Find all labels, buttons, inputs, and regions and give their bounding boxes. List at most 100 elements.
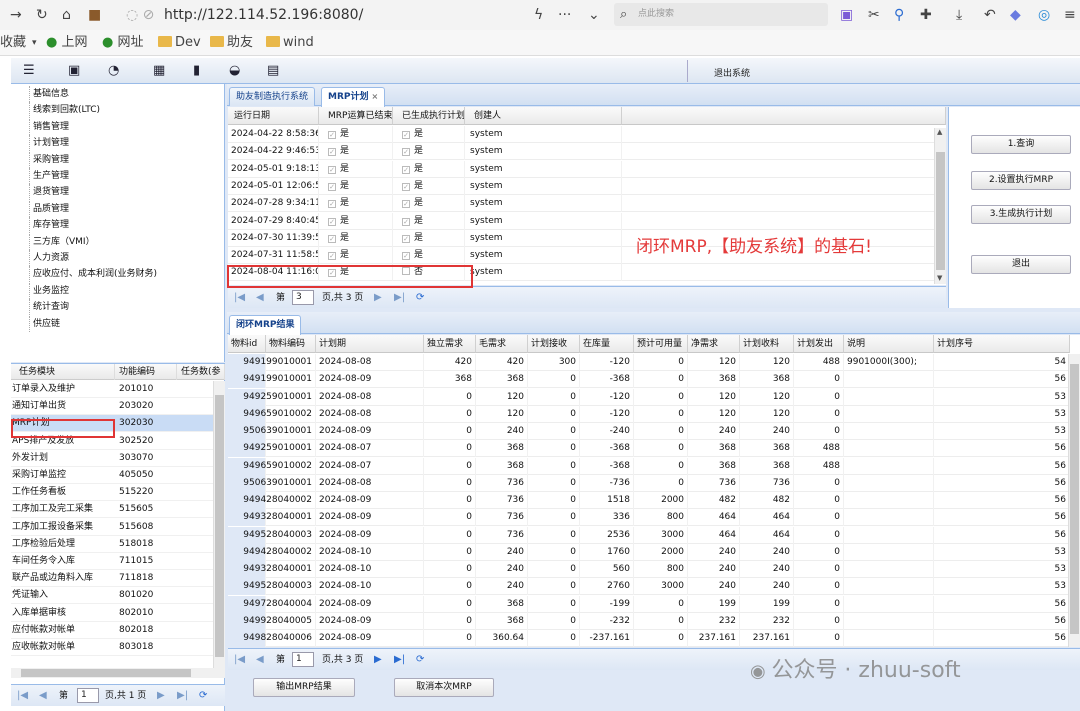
table-row[interactable]: 应付帐款对帐单 802018 bbox=[11, 622, 216, 639]
table-row[interactable]: 949259010001 2024-08-07 0 368 0 -368 0 368 368 48… bbox=[228, 440, 1070, 458]
table-row[interactable]: 2024-04-22 9:46:53 ✓ 是 ✓ 是 system bbox=[228, 143, 946, 161]
find-icon[interactable]: ⚲ bbox=[894, 6, 904, 24]
table-row[interactable]: 949428040002 2024-08-10 0 240 0 1760 2000 240 24… bbox=[228, 543, 1070, 561]
checkbox[interactable]: ✓ bbox=[328, 252, 336, 261]
table-row[interactable]: 949528040003 2024-08-09 0 736 0 2536 3000 464 46… bbox=[228, 526, 1070, 544]
checkbox[interactable]: ✓ bbox=[328, 234, 336, 243]
checkbox[interactable]: ✓ bbox=[328, 131, 336, 139]
menu-item[interactable]: 统计查询 bbox=[29, 299, 221, 316]
checkbox[interactable]: ✓ bbox=[328, 217, 336, 226]
menu-item[interactable]: 基础信息 bbox=[29, 86, 221, 102]
inbox-icon[interactable]: ◒ bbox=[229, 63, 240, 79]
extension-icon[interactable]: ■ bbox=[88, 6, 101, 24]
calendar-icon[interactable]: ▦ bbox=[153, 63, 165, 79]
bookmark-folder[interactable]: Dev bbox=[158, 34, 201, 52]
last-page-icon[interactable]: ▶| bbox=[177, 689, 188, 703]
download-icon[interactable]: ⤓ bbox=[956, 6, 962, 24]
table-row[interactable]: 950639010001 2024-08-09 0 240 0 -240 0 240 240 0 5… bbox=[228, 423, 1070, 440]
page-number-input[interactable]: 3 bbox=[292, 290, 314, 305]
bookmark-item[interactable]: ● 网址 bbox=[102, 34, 144, 52]
bookmarks-label[interactable]: 收藏 bbox=[0, 34, 26, 52]
bookmark-item[interactable]: ● 上网 bbox=[46, 34, 88, 52]
table-row[interactable]: 工作任务看板 515220 bbox=[11, 484, 216, 502]
mrp-scrollbar[interactable]: ▲ ▼ bbox=[934, 128, 946, 284]
menu-item[interactable]: 线索到回款(LTC) bbox=[29, 102, 221, 119]
result-scrollbar[interactable] bbox=[1068, 354, 1080, 647]
table-row[interactable]: 2024-05-01 9:18:13 ✓ 是 ✓ 是 system bbox=[228, 160, 946, 178]
checkbox[interactable]: ✓ bbox=[402, 234, 410, 243]
column-header[interactable]: 功能编码 bbox=[115, 364, 177, 380]
next-page-icon[interactable]: ▶ bbox=[374, 653, 382, 667]
checkbox[interactable]: ✓ bbox=[402, 200, 410, 209]
search-input[interactable]: ⌕ 点此搜索 bbox=[614, 3, 828, 26]
column-header[interactable]: 计划期 bbox=[316, 335, 424, 353]
menu-item[interactable]: 销售管理 bbox=[29, 118, 221, 135]
dropdown-icon[interactable]: ▾ bbox=[32, 34, 37, 52]
table-row[interactable]: 949728040004 2024-08-09 0 368 0 -199 0 199 199 0 5… bbox=[228, 595, 1070, 613]
table-row[interactable]: 950639010001 2024-08-08 0 736 0 -736 0 736 736 0 5… bbox=[228, 474, 1070, 492]
table-row[interactable]: 949199010001 2024-08-08 420 420 300 -120 0 120 1… bbox=[228, 354, 1070, 371]
menu-item[interactable]: 供应链 bbox=[29, 315, 221, 332]
menu-item[interactable]: 应收应付、成本利润(业务财务) bbox=[29, 266, 221, 283]
column-header[interactable]: 预计可用量 bbox=[634, 335, 688, 353]
table-row[interactable]: 车间任务令入库 711015 bbox=[11, 553, 216, 570]
column-header[interactable]: 独立需求 bbox=[424, 335, 476, 353]
column-header[interactable]: 物料id bbox=[228, 335, 266, 353]
last-page-icon[interactable]: ▶| bbox=[394, 653, 405, 667]
page-number-input[interactable]: 1 bbox=[77, 688, 99, 703]
table-row[interactable]: 949828040006 2024-08-09 0 360.64 0 -237.161 0 2… bbox=[228, 630, 1070, 647]
menu-toggle-icon[interactable]: ☰ bbox=[23, 63, 35, 79]
column-header[interactable]: 物料编码 bbox=[266, 335, 316, 353]
briefcase-icon[interactable]: ▣ bbox=[68, 63, 80, 79]
table-row[interactable]: 949928040005 2024-08-09 0 368 0 -232 0 232 232 0 5… bbox=[228, 612, 1070, 630]
table-row[interactable]: 工序加工及完工采集 515605 bbox=[11, 501, 216, 519]
menu-item[interactable]: 业务监控 bbox=[29, 282, 221, 299]
first-page-icon[interactable]: |◀ bbox=[17, 689, 28, 703]
column-header[interactable]: 已生成执行计划 bbox=[393, 107, 465, 125]
close-icon[interactable]: × bbox=[371, 92, 378, 101]
refresh-icon[interactable]: ⟳ bbox=[416, 291, 424, 305]
table-row[interactable]: 入库单据审核 802010 bbox=[11, 605, 216, 622]
forward-icon[interactable]: → bbox=[10, 6, 22, 24]
checkbox[interactable]: ✓ bbox=[402, 182, 410, 191]
table-row[interactable]: 2024-07-29 8:40:45 ✓ 是 ✓ 是 system bbox=[228, 212, 946, 230]
table-row[interactable]: 订单录入及维护 201010 bbox=[11, 381, 216, 398]
task-scrollbar[interactable] bbox=[213, 381, 225, 669]
next-page-icon[interactable]: ▶ bbox=[157, 689, 165, 703]
checkbox[interactable]: ✓ bbox=[402, 131, 410, 139]
scroll-thumb[interactable] bbox=[1070, 364, 1079, 634]
home-icon[interactable]: ⌂ bbox=[62, 6, 71, 24]
cancel-mrp-button[interactable]: 取消本次MRP bbox=[394, 678, 494, 697]
refresh-icon[interactable]: ⟳ bbox=[416, 653, 424, 667]
table-row[interactable]: 2024-04-22 8:58:36 ✓ 是 ✓ 是 system bbox=[228, 126, 946, 143]
prev-page-icon[interactable]: ◀ bbox=[256, 291, 264, 305]
reload-icon[interactable]: ↻ bbox=[36, 6, 48, 24]
menu-item[interactable]: 三方库（VMI） bbox=[29, 233, 221, 250]
checkbox[interactable]: ✓ bbox=[328, 182, 336, 191]
scroll-thumb[interactable] bbox=[21, 669, 191, 677]
table-row[interactable]: 外发计划 303070 bbox=[11, 450, 216, 467]
first-page-icon[interactable]: |◀ bbox=[234, 291, 245, 305]
column-header[interactable]: 运行日期 bbox=[228, 107, 319, 125]
generate-plan-button[interactable]: 3.生成执行计划 bbox=[971, 205, 1071, 224]
column-header[interactable]: 任务模块 bbox=[11, 364, 115, 380]
checkbox[interactable]: ✓ bbox=[328, 148, 336, 157]
export-mrp-result-button[interactable]: 输出MRP结果 bbox=[253, 678, 355, 697]
table-row[interactable]: 949259010001 2024-08-08 0 120 0 -120 0 120 120 0 5… bbox=[228, 388, 1070, 406]
bookmark-icon[interactable]: ▮ bbox=[193, 63, 200, 79]
ai-icon[interactable]: ◆ bbox=[1010, 6, 1021, 24]
column-header[interactable]: 在库量 bbox=[580, 335, 634, 353]
menu-item[interactable]: 品质管理 bbox=[29, 200, 221, 217]
column-header[interactable]: 计划收料 bbox=[740, 335, 794, 353]
tab-mes[interactable]: 助友制造执行系统 bbox=[229, 87, 316, 106]
column-header[interactable]: 净需求 bbox=[688, 335, 740, 353]
column-header[interactable]: MRP运算已结束 bbox=[319, 107, 393, 125]
menu-item[interactable]: 计划管理 bbox=[29, 135, 221, 152]
more-icon[interactable]: ··· bbox=[558, 6, 571, 24]
bookmark-folder[interactable]: 助友 bbox=[210, 34, 253, 52]
scroll-thumb[interactable] bbox=[936, 152, 945, 270]
scroll-thumb[interactable] bbox=[215, 395, 224, 657]
page-number-input[interactable]: 1 bbox=[292, 652, 314, 667]
checkbox[interactable]: ✓ bbox=[328, 165, 336, 174]
table-row[interactable]: 工序检验后处理 518018 bbox=[11, 536, 216, 553]
